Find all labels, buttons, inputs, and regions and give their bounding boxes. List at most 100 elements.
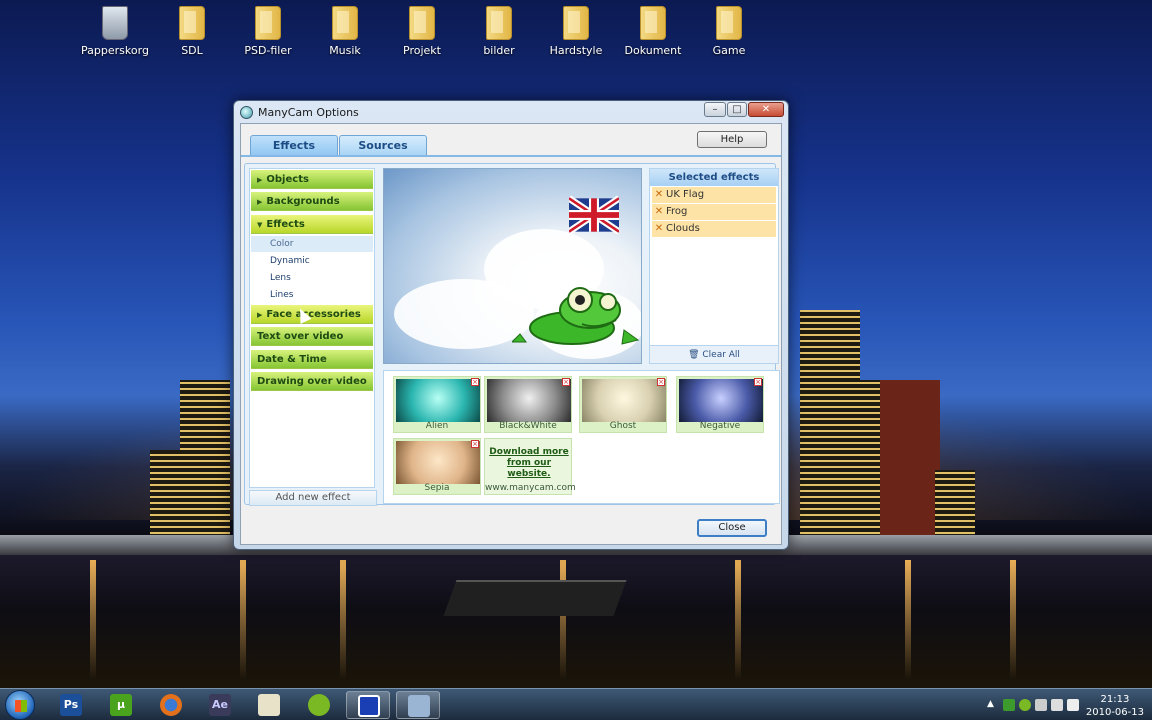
remove-icon[interactable]: ✕ <box>652 187 666 203</box>
nav-item-backgrounds[interactable]: ▶ Backgrounds <box>251 192 373 211</box>
show-hidden-icons-icon[interactable]: ▲ <box>987 699 999 711</box>
taskbar-app-after-effects[interactable]: Ae <box>198 691 242 719</box>
tab-divider <box>241 155 781 157</box>
thumb-label: Ghost <box>609 421 637 431</box>
taskbar-app-utorrent[interactable]: µ <box>99 691 143 719</box>
minimize-button[interactable]: – <box>704 102 726 117</box>
nav-item-face-accessories[interactable]: ▶ Face accessories <box>251 305 373 324</box>
remove-icon[interactable]: × <box>657 378 665 386</box>
manycam-icon <box>240 106 253 119</box>
desktop-icon-folder[interactable]: Dokument <box>617 6 689 57</box>
folder-icon <box>716 6 742 40</box>
effect-thumb-alien[interactable]: × Alien <box>393 376 481 433</box>
clock-time: 21:13 <box>1100 694 1130 705</box>
download-more-link[interactable]: Download more from our website. www.many… <box>484 438 576 495</box>
taskbar-app-firefox[interactable] <box>149 691 193 719</box>
desktop-icon-label: Game <box>712 44 746 57</box>
boat <box>443 580 627 616</box>
selected-effect-item[interactable]: ✕ UK Flag <box>652 187 776 203</box>
effect-category-list: ▶ Objects ▶ Backgrounds ▼ Effects Color Dyn… <box>249 168 375 488</box>
desktop-icon-folder[interactable]: Hardstyle <box>540 6 612 57</box>
nav-subitem-lens[interactable]: Lens <box>251 270 373 286</box>
manycam-taskbar-icon <box>358 695 380 717</box>
nav-item-text-over-video[interactable]: Text over video <box>251 327 373 346</box>
nav-subitem-color[interactable]: Color <box>251 236 373 252</box>
caret-right-icon: ▶ <box>257 176 263 184</box>
volume-icon[interactable] <box>1067 699 1079 711</box>
selected-effect-label: Frog <box>666 206 688 217</box>
effect-thumb-sepia[interactable]: × Sepia <box>393 438 481 495</box>
clock[interactable]: 21:13 2010-06-13 <box>1086 693 1144 719</box>
desktop-icon-label: Dokument <box>624 44 682 57</box>
desktop-icon-label: Musik <box>329 44 361 57</box>
building <box>830 380 885 550</box>
remove-icon[interactable]: ✕ <box>652 221 666 237</box>
start-button[interactable] <box>5 690 35 720</box>
folder-icon <box>332 6 358 40</box>
tab-sources[interactable]: Sources <box>339 135 427 156</box>
nav-item-label: Face accessories <box>266 309 361 320</box>
close-window-button[interactable]: ✕ <box>748 102 784 117</box>
desktop-icon-recycle-bin[interactable]: Papperskorg <box>79 6 151 57</box>
thumb-image <box>679 379 763 422</box>
folder-icon <box>255 6 281 40</box>
caret-right-icon: ▶ <box>257 198 263 206</box>
thumb-image <box>396 441 480 484</box>
nav-item-label: Objects <box>266 174 309 185</box>
desktop-icon-folder[interactable]: Game <box>693 6 765 57</box>
effect-thumb-ghost[interactable]: × Ghost <box>579 376 667 433</box>
taskbar-app-notepad[interactable] <box>247 691 291 719</box>
light-reflection <box>340 560 346 680</box>
thumb-label: Alien <box>425 421 449 431</box>
taskbar-app-spotify[interactable] <box>297 691 341 719</box>
nav-subitem-lines[interactable]: Lines <box>251 287 373 303</box>
desktop-icon-folder[interactable]: Musik <box>309 6 381 57</box>
action-center-icon[interactable] <box>1035 699 1047 711</box>
notepad-icon <box>258 694 280 716</box>
maximize-button[interactable]: □ <box>727 102 747 117</box>
network-icon[interactable] <box>1051 699 1063 711</box>
desktop-icon-label: Hardstyle <box>549 44 603 57</box>
remove-icon[interactable]: × <box>471 378 479 386</box>
nav-item-date-time[interactable]: Date & Time <box>251 350 373 369</box>
taskbar-app-control-panel[interactable] <box>396 691 440 719</box>
selected-effect-item[interactable]: ✕ Clouds <box>652 221 776 237</box>
effect-thumb-negative[interactable]: × Negative <box>676 376 764 433</box>
selected-effect-label: UK Flag <box>666 189 705 200</box>
spotify-tray-icon[interactable] <box>1019 699 1031 711</box>
title-bar[interactable]: ManyCam Options – □ ✕ <box>234 101 788 123</box>
tab-effects[interactable]: Effects <box>250 135 338 156</box>
nav-item-drawing-over-video[interactable]: Drawing over video <box>251 372 373 391</box>
thumb-label: Negative <box>699 421 741 431</box>
close-button[interactable]: Close <box>697 519 767 537</box>
light-reflection <box>240 560 246 680</box>
tray-app-icon[interactable] <box>1003 699 1015 711</box>
folder-icon <box>179 6 205 40</box>
clear-all-button[interactable]: 🗑 Clear All <box>650 345 778 363</box>
effect-thumb-black-white[interactable]: × Black&White <box>484 376 572 433</box>
remove-icon[interactable]: × <box>562 378 570 386</box>
thumb-image <box>582 379 666 422</box>
thumb-image <box>487 379 571 422</box>
taskbar-app-photoshop[interactable]: Ps <box>49 691 93 719</box>
selected-effect-item[interactable]: ✕ Frog <box>652 204 776 220</box>
help-button[interactable]: Help <box>697 131 767 148</box>
remove-icon[interactable]: × <box>471 440 479 448</box>
taskbar-app-manycam[interactable] <box>346 691 390 719</box>
clock-date: 2010-06-13 <box>1085 707 1144 718</box>
add-new-effect-button[interactable]: Add new effect <box>249 490 377 506</box>
nav-item-objects[interactable]: ▶ Objects <box>251 170 373 189</box>
remove-icon[interactable]: × <box>754 378 762 386</box>
dialog-client: Effects Sources Help ▶ Objects ▶ Backgroun… <box>240 123 782 545</box>
thumb-label: Black&White <box>499 421 557 431</box>
remove-icon[interactable]: ✕ <box>652 204 666 220</box>
firefox-icon <box>160 694 182 716</box>
system-tray: ▲ 21:13 2010-06-13 <box>977 689 1152 720</box>
nav-item-effects[interactable]: ▼ Effects <box>251 215 373 234</box>
download-more-text: Download more from our website. <box>487 447 571 480</box>
desktop-icon-folder[interactable]: PSD-filer <box>232 6 304 57</box>
desktop-icon-folder[interactable]: bilder <box>463 6 535 57</box>
desktop-icon-folder[interactable]: SDL <box>156 6 228 57</box>
desktop-icon-folder[interactable]: Projekt <box>386 6 458 57</box>
nav-subitem-dynamic[interactable]: Dynamic <box>251 253 373 269</box>
